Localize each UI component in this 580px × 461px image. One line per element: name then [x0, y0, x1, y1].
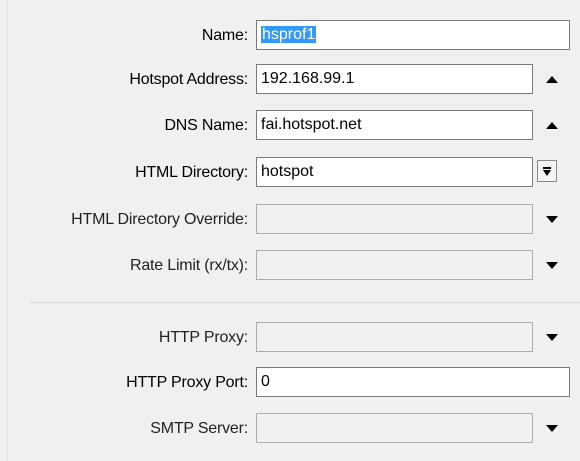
row-hotspot-address: Hotspot Address: 192.168.99.1 [0, 64, 580, 96]
http-proxy-label: HTTP Proxy: [158, 329, 248, 346]
smtp-server-input[interactable] [256, 413, 533, 443]
http-proxy-port-label: HTTP Proxy Port: [126, 374, 248, 391]
name-input[interactable]: hsprof1 [256, 20, 570, 50]
row-name: Name: hsprof1 [0, 20, 580, 52]
http-proxy-input[interactable] [256, 322, 533, 352]
triangle-down-icon [546, 424, 558, 432]
row-rate-limit: Rate Limit (rx/tx): [0, 250, 580, 282]
rate-limit-label: Rate Limit (rx/tx): [130, 257, 248, 274]
row-smtp-server: SMTP Server: [0, 413, 580, 445]
smtp-server-label: SMTP Server: [150, 420, 248, 437]
rate-limit-expand-button[interactable] [540, 250, 564, 280]
html-directory-override-input[interactable] [256, 204, 533, 234]
triangle-down-icon [546, 333, 558, 341]
name-value-selected: hsprof1 [261, 26, 317, 43]
triangle-up-icon [546, 121, 558, 129]
html-directory-override-label: HTML Directory Override: [71, 211, 248, 228]
dropdown-box-icon [543, 166, 551, 169]
name-label: Name: [201, 27, 248, 44]
row-html-directory: HTML Directory: hotspot [0, 157, 580, 189]
row-http-proxy: HTTP Proxy: [0, 322, 580, 354]
html-directory-label: HTML Directory: [135, 164, 248, 181]
row-dns-name: DNS Name: fai.hotspot.net [0, 110, 580, 142]
dns-name-input[interactable]: fai.hotspot.net [256, 110, 533, 140]
section-divider [30, 302, 580, 303]
triangle-up-icon [546, 75, 558, 83]
hotspot-address-collapse-button[interactable] [540, 64, 564, 94]
http-proxy-port-input[interactable]: 0 [256, 367, 570, 397]
html-directory-dropdown-button[interactable] [537, 160, 557, 182]
rate-limit-input[interactable] [256, 250, 533, 280]
triangle-down-icon [546, 215, 558, 223]
hotspot-address-label: Hotspot Address: [129, 71, 248, 88]
row-html-directory-override: HTML Directory Override: [0, 204, 580, 236]
http-proxy-expand-button[interactable] [540, 322, 564, 352]
dns-name-label: DNS Name: [164, 117, 248, 134]
row-http-proxy-port: HTTP Proxy Port: 0 [0, 367, 580, 399]
html-directory-override-expand-button[interactable] [540, 204, 564, 234]
html-directory-input[interactable]: hotspot [256, 157, 533, 187]
smtp-server-expand-button[interactable] [540, 413, 564, 443]
hotspot-address-input[interactable]: 192.168.99.1 [256, 64, 533, 94]
triangle-down-icon [546, 261, 558, 269]
dns-name-collapse-button[interactable] [540, 110, 564, 140]
